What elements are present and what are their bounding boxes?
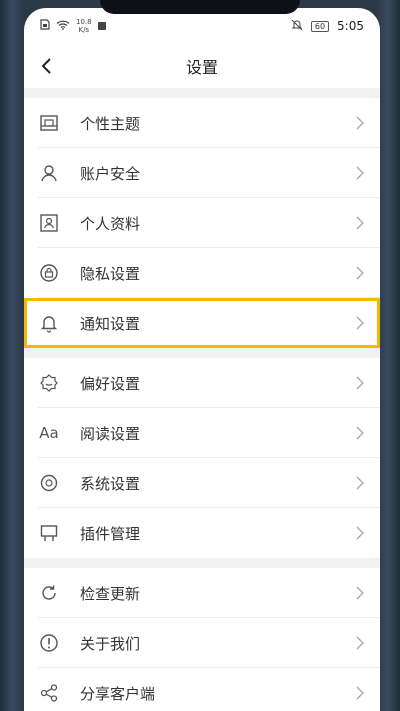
chevron-right-icon [356,476,368,490]
chevron-right-icon [356,266,368,280]
aa-text-icon: Aa [38,422,60,444]
settings-item-plugins[interactable]: 插件管理 [24,508,380,558]
chevron-right-icon [356,526,368,540]
net-speed-value: 10.8 [76,18,92,26]
share-icon [38,682,60,704]
settings-item-label: 系统设置 [80,474,141,493]
settings-item-label: 插件管理 [80,524,141,543]
page-title: 设置 [185,58,218,77]
status-left: 10.8 K/s [40,18,106,34]
settings-item-about[interactable]: 关于我们 [24,618,380,668]
section-gap [24,558,380,568]
network-speed: 10.8 K/s [76,18,92,34]
settings-item-privacy[interactable]: 隐私设置 [24,248,380,298]
camera-notch [100,0,300,14]
chevron-right-icon [356,316,368,330]
clock: 5:05 [337,19,364,33]
privacy-lock-icon [38,262,60,284]
back-button[interactable] [32,52,60,80]
settings-item-preferences[interactable]: 偏好设置 [24,358,380,408]
plugin-icon [38,522,60,544]
settings-item-label: 个性主题 [80,114,141,133]
mute-bell-icon [291,19,303,34]
chevron-right-icon [356,116,368,130]
section-gap [24,348,380,358]
settings-item-label: 检查更新 [80,584,141,603]
chevron-right-icon [356,216,368,230]
chevron-right-icon [356,166,368,180]
back-arrow-icon [41,58,51,74]
settings-item-share[interactable]: 分享客户端 [24,668,380,711]
settings-item-notifications[interactable]: 通知设置 [24,298,380,348]
profile-card-icon [38,212,60,234]
chevron-right-icon [356,686,368,700]
user-icon [38,162,60,184]
preference-icon [38,372,60,394]
settings-item-label: 账户安全 [80,164,141,183]
settings-group-2: 偏好设置 Aa 阅读设置 系统设置 插件管理 [24,358,380,558]
screen: 10.8 K/s 60 5:05 设置 个性主题 账户安全 个人资料 隐私设置 … [24,8,380,711]
notification-square-icon [97,22,106,30]
refresh-icon [38,582,60,604]
status-right: 60 5:05 [291,19,364,34]
settings-item-label: 个人资料 [80,214,141,233]
wifi-icon [56,19,70,33]
gear-icon [38,472,60,494]
settings-item-label: 阅读设置 [80,424,141,443]
chevron-right-icon [356,426,368,440]
settings-item-label: 关于我们 [80,634,141,653]
theme-icon [38,112,60,134]
battery-indicator: 60 [310,20,330,32]
section-gap [24,88,380,98]
settings-item-label: 分享客户端 [80,684,156,703]
chevron-right-icon [356,586,368,600]
settings-item-reading[interactable]: Aa 阅读设置 [24,408,380,458]
settings-item-label: 偏好设置 [80,374,141,393]
sim-icon [40,19,50,33]
settings-item-check-update[interactable]: 检查更新 [24,568,380,618]
settings-item-label: 隐私设置 [80,264,141,283]
settings-item-theme[interactable]: 个性主题 [24,98,380,148]
nav-bar: 设置 [24,44,380,88]
settings-item-account-security[interactable]: 账户安全 [24,148,380,198]
settings-group-1: 个性主题 账户安全 个人资料 隐私设置 通知设置 [24,98,380,348]
bell-icon [38,312,60,334]
settings-item-system[interactable]: 系统设置 [24,458,380,508]
info-icon [38,632,60,654]
settings-item-label: 通知设置 [80,314,141,333]
aa-text-glyph: Aa [39,424,59,442]
net-speed-unit: K/s [78,26,90,34]
chevron-right-icon [356,376,368,390]
settings-item-profile[interactable]: 个人资料 [24,198,380,248]
chevron-right-icon [356,636,368,650]
settings-group-3: 检查更新 关于我们 分享客户端 [24,568,380,711]
